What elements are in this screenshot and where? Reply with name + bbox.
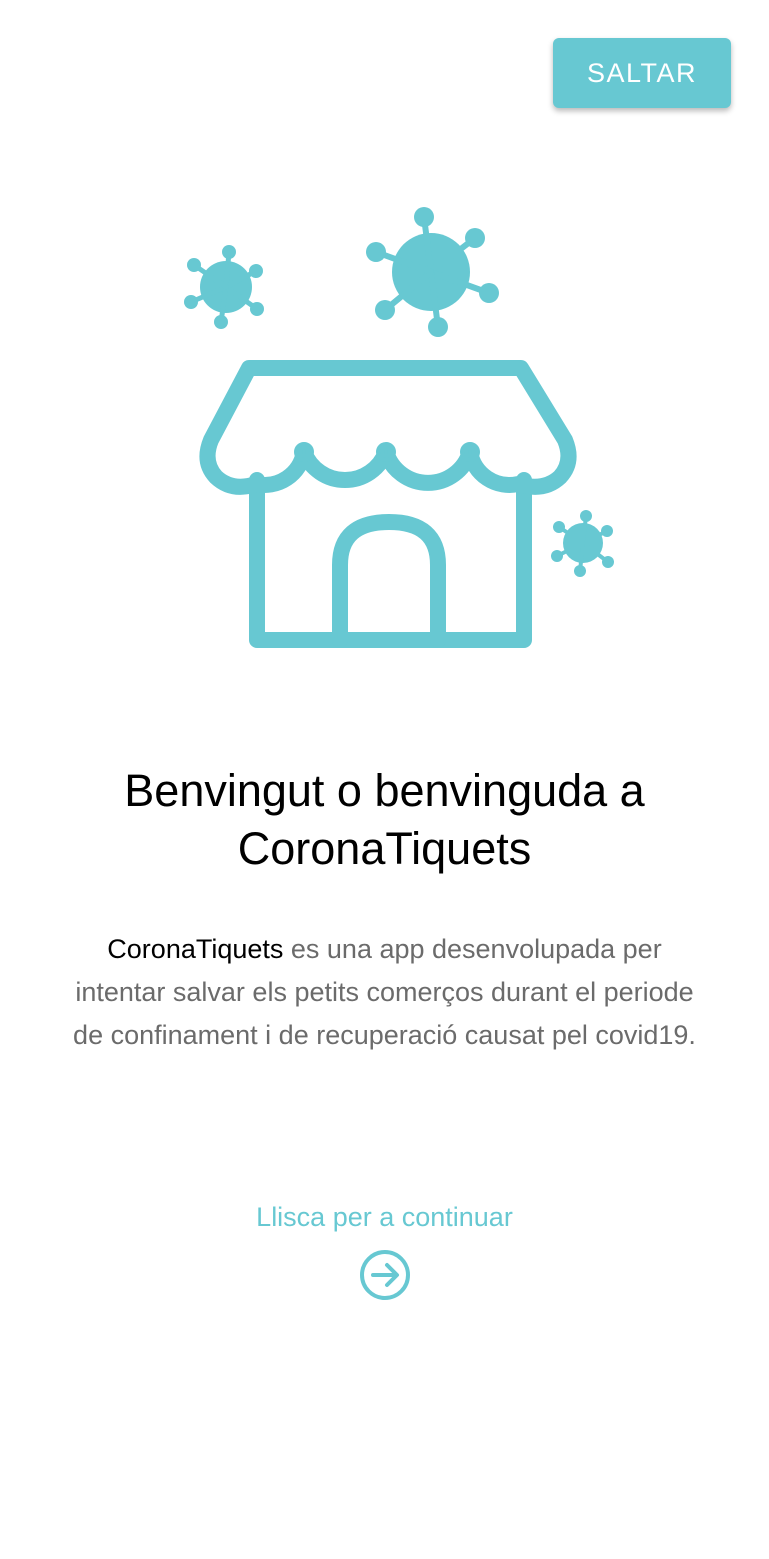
hero-illustration xyxy=(180,200,620,660)
skip-button[interactable]: SALTAR xyxy=(553,38,731,108)
virus-large-icon xyxy=(366,207,499,337)
next-button[interactable] xyxy=(358,1248,412,1302)
welcome-title: Benvingut o benvinguda a CoronaTiquets xyxy=(124,765,645,874)
shop-with-virus-icon xyxy=(184,207,614,648)
virus-small-left-icon xyxy=(184,245,264,329)
description-brand: CoronaTiquets xyxy=(107,934,284,964)
shop-icon xyxy=(199,360,577,648)
arrow-right-circle-icon xyxy=(360,1250,410,1300)
swipe-hint: Llisca per a continuar xyxy=(256,1202,513,1232)
welcome-description: CoronaTiquets es una app desenvolupada p… xyxy=(70,928,699,1057)
virus-small-right-icon xyxy=(551,510,614,577)
